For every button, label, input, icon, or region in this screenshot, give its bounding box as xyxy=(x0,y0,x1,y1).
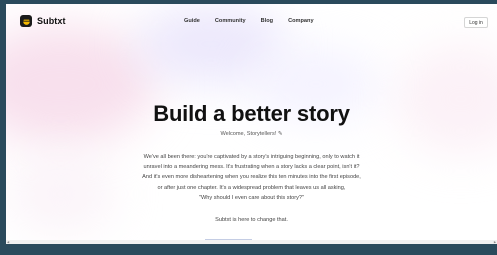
intro-paragraph: We've all been there: you're captivated … xyxy=(96,152,407,203)
intro-line: We've all been there: you're captivated … xyxy=(143,154,360,160)
nav-links: Guide Community Blog Company xyxy=(184,18,314,24)
intro-line: unravel into a meandering mess. It's fru… xyxy=(143,164,360,171)
tagline-text: Subtxt is here to change that. xyxy=(215,217,288,223)
nav-link-community[interactable]: Community xyxy=(215,18,246,24)
welcome-text: Welcome, Storytellers! ✎ xyxy=(220,131,283,137)
intro-line: And it's even more disheartening when yo… xyxy=(142,174,361,181)
nav-link-blog[interactable]: Blog xyxy=(261,18,273,24)
intro-line: or after just one chapter. It's a widesp… xyxy=(157,184,346,191)
subtxt-logo-icon xyxy=(20,15,32,27)
login-button[interactable]: Log in xyxy=(464,17,488,28)
hero-title: Build a better story xyxy=(153,101,350,126)
top-nav: Subtxt Guide Community Blog Company Log … xyxy=(6,4,497,38)
desktop-frame: Subtxt Guide Community Blog Company Log … xyxy=(0,0,497,255)
nav-link-guide[interactable]: Guide xyxy=(184,18,200,24)
intro-line: "Why should I even care about this story… xyxy=(198,194,305,201)
brand-logo[interactable]: Subtxt xyxy=(20,15,66,27)
brand-name: Subtxt xyxy=(37,16,66,26)
background-glow xyxy=(396,44,497,154)
taskbar-strip xyxy=(0,244,497,255)
nav-link-company[interactable]: Company xyxy=(288,18,314,24)
page-viewport: Subtxt Guide Community Blog Company Log … xyxy=(6,4,497,244)
